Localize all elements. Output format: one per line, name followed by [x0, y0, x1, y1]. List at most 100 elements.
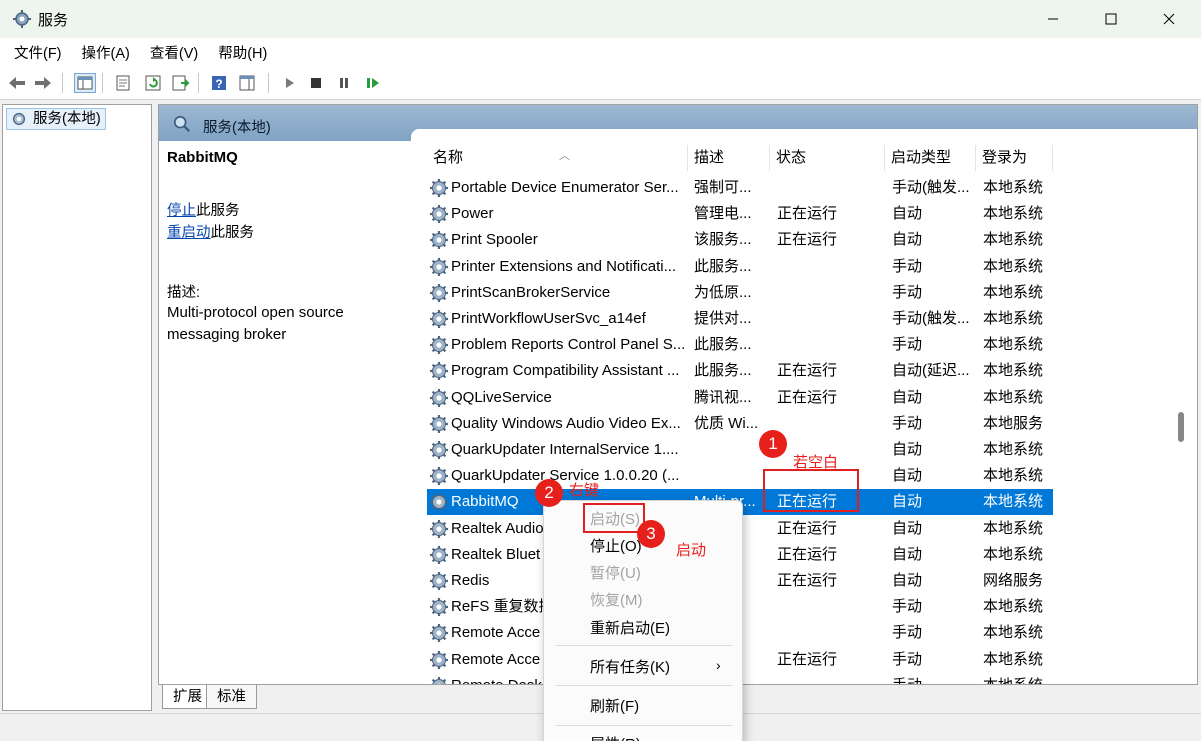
ctx-pause[interactable]: 暂停(U) [590, 562, 641, 586]
gear-icon [429, 650, 449, 670]
stop-service-link[interactable]: 停止 [167, 203, 196, 219]
ctx-restart[interactable]: 重新启动(E) [590, 617, 670, 641]
tab-standard[interactable]: 标准 [206, 685, 257, 709]
row-startup-cell: 自动 [892, 231, 923, 249]
row-desc-cell: 强制可... [694, 179, 752, 196]
window-title: 服务 [38, 12, 69, 29]
back-button[interactable] [6, 73, 28, 93]
ctx-separator [556, 725, 732, 726]
tree-node-services-local[interactable]: 服务(本地) [6, 108, 106, 130]
restart-icon [367, 78, 379, 88]
row-name-cell: Power [451, 205, 494, 223]
table-row[interactable]: Portable Device Enumerator Ser... 强制可... 手… [427, 175, 1053, 201]
toolbar-divider [198, 73, 199, 93]
gear-icon [429, 388, 449, 408]
column-header-label: 启动类型 [891, 149, 952, 166]
row-status-cell: 正在运行 [777, 231, 838, 249]
export-list-button[interactable] [170, 73, 192, 93]
row-startup-cell: 手动(触发... [892, 179, 970, 196]
row-name-cell: Print Spooler [451, 231, 538, 249]
close-button[interactable] [1146, 0, 1192, 38]
menu-file[interactable]: 文件(F) [14, 42, 62, 63]
description-label: 描述: [167, 285, 201, 301]
description-text: Multi-protocol open source messaging bro… [167, 304, 344, 343]
column-header-label: 登录为 [982, 149, 1028, 166]
table-row[interactable]: QuarkUpdater Service 1.0.0.20 (... 自动 本地系统 [427, 463, 1053, 489]
console-tree-icon [77, 76, 93, 90]
column-header-logon[interactable]: 登录为 [976, 145, 1053, 171]
show-hide-tree-button[interactable] [74, 73, 96, 93]
restart-link-suffix: 此服务 [210, 225, 255, 241]
row-startup-cell: 手动 [892, 598, 923, 616]
start-service-button[interactable] [278, 73, 300, 93]
menu-view[interactable]: 查看(V) [150, 42, 198, 63]
table-row[interactable]: QQLiveService 腾讯视... 正在运行 自动 本地系统 [427, 385, 1053, 411]
step-badge-3: 3 [637, 520, 665, 548]
stop-service-button[interactable] [305, 73, 327, 93]
menu-action[interactable]: 操作(A) [82, 42, 130, 63]
table-row[interactable]: PrintScanBrokerService 为低原... 手动 本地系统 [427, 280, 1053, 306]
row-status-cell: 正在运行 [777, 362, 838, 380]
toolbar-divider [268, 73, 269, 93]
ctx-all-tasks[interactable]: 所有任务(K) [590, 656, 670, 680]
gear-icon [429, 519, 449, 539]
step-badge-1: 1 [759, 430, 787, 458]
show-action-pane-button[interactable] [236, 73, 258, 93]
ctx-resume[interactable]: 恢复(M) [590, 589, 643, 613]
row-name-cell: QuarkUpdater InternalService 1.... [451, 441, 679, 458]
maximize-button[interactable] [1088, 0, 1134, 38]
table-row[interactable]: Program Compatibility Assistant ... 此服务..… [427, 358, 1053, 384]
column-header-status[interactable]: 状态 [770, 145, 885, 171]
gear-icon [429, 335, 449, 355]
row-status-cell [777, 411, 877, 437]
table-row[interactable]: Problem Reports Control Panel S... 此服务...… [427, 332, 1053, 358]
row-desc-cell: 优质 Wi... [694, 414, 759, 432]
table-row[interactable]: QuarkUpdater InternalService 1.... 自动 本地系统 [427, 437, 1053, 463]
column-header-desc[interactable]: 描述 [688, 145, 770, 171]
table-row[interactable]: Print Spooler 该服务... 正在运行 自动 本地系统 [427, 227, 1053, 253]
start-highlight-box [583, 503, 645, 533]
row-logon-cell: 网络服务 [983, 572, 1044, 589]
restart-service-button[interactable] [362, 73, 384, 93]
pause-service-button[interactable] [333, 73, 355, 93]
vertical-scrollbar-thumb[interactable] [1178, 412, 1184, 442]
ctx-stop[interactable]: 停止(O) [590, 535, 642, 559]
row-startup-cell: 自动 [892, 519, 923, 537]
table-row[interactable]: PrintWorkflowUserSvc_a14ef 提供对... 手动(触发...… [427, 306, 1053, 332]
gear-icon [429, 230, 449, 250]
restart-service-link[interactable]: 重启动 [167, 225, 211, 241]
gear-icon [429, 571, 449, 591]
table-row[interactable]: Printer Extensions and Notificati... 此服务.… [427, 254, 1053, 280]
ctx-properties[interactable]: 属性(R) [590, 733, 641, 741]
ctx-refresh[interactable]: 刷新(F) [590, 695, 639, 719]
forward-button[interactable] [32, 73, 54, 93]
row-desc-cell: 此服务... [694, 257, 752, 275]
properties-toolbar-button[interactable] [112, 73, 134, 93]
refresh-toolbar-button[interactable] [142, 73, 164, 93]
step-badge-2: 2 [535, 479, 563, 507]
row-status-cell: 正在运行 [777, 519, 838, 537]
export-icon [172, 75, 190, 91]
help-toolbar-button[interactable]: ? [208, 73, 230, 93]
menu-help[interactable]: 帮助(H) [218, 42, 267, 63]
row-status-cell [777, 306, 877, 332]
table-row[interactable]: Power 管理电... 正在运行 自动 本地系统 [427, 201, 1053, 227]
ctx-separator [556, 645, 732, 646]
row-desc-cell [694, 437, 764, 463]
minimize-button[interactable] [1030, 0, 1076, 38]
panel-title: 服务(本地) [203, 120, 271, 136]
chevron-right-icon: › [716, 657, 721, 673]
column-header-startup-type[interactable]: 启动类型 [885, 145, 976, 171]
column-header-name[interactable]: ︿ 名称 [427, 145, 688, 171]
row-logon-cell: 本地系统 [983, 441, 1044, 458]
properties-icon [116, 75, 130, 91]
row-startup-cell: 自动 [892, 467, 923, 485]
row-status-cell: 正在运行 [777, 572, 838, 589]
table-row[interactable]: Quality Windows Audio Video Ex... 优质 Wi..… [427, 411, 1053, 437]
row-desc-cell [694, 463, 764, 489]
row-status-cell [777, 594, 877, 620]
row-startup-cell: 自动 [892, 545, 923, 563]
gear-icon [429, 257, 449, 277]
toolbar: ? [0, 66, 1201, 100]
row-startup-cell: 自动(延迟... [892, 362, 970, 380]
